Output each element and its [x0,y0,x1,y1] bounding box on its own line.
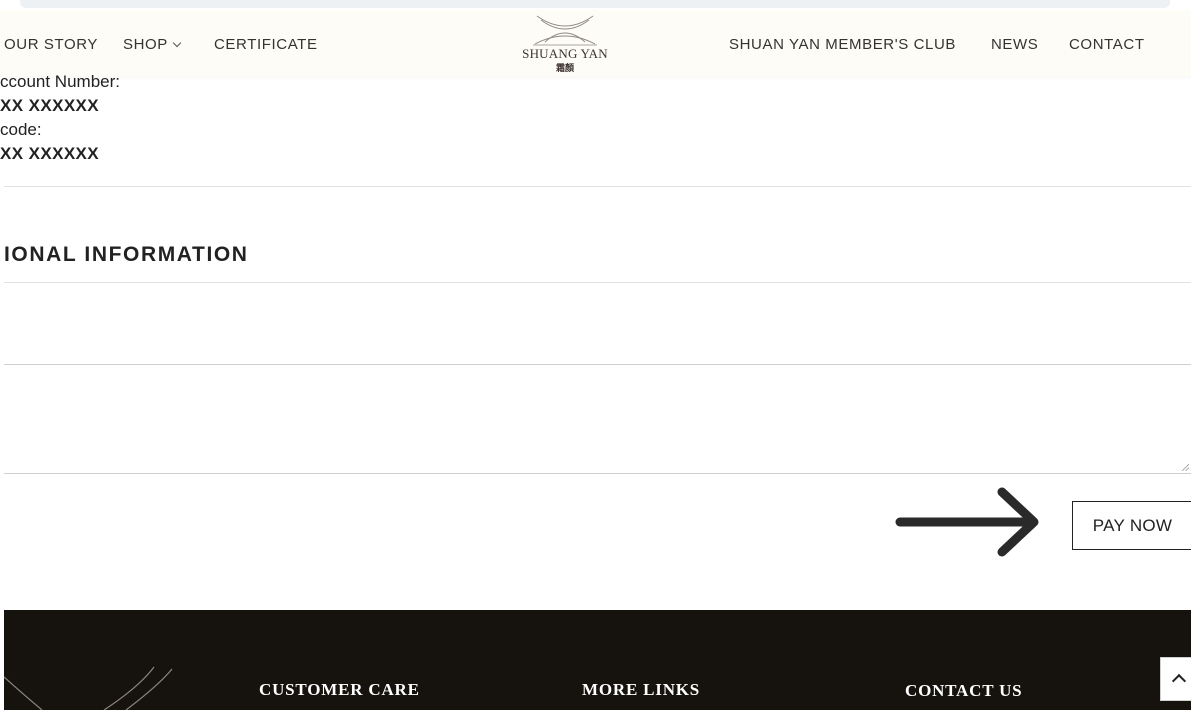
nav-shop-label: SHOP [123,36,168,53]
divider [4,186,1191,187]
resize-grip-icon[interactable] [1181,463,1189,471]
top-strip-bar [20,0,1170,8]
order-notes-textarea[interactable] [4,364,1191,474]
footer-contact-us-heading: CONTACT US [905,681,1023,700]
logo-chinese-name: 霜顏 [555,63,574,73]
chevron-down-icon [172,38,182,48]
code-value: XX XXXXXX [0,144,100,163]
divider [4,282,1191,283]
footer-logo-emblem-icon [4,666,173,710]
nav-members-club[interactable]: SHUAN YAN MEMBER'S CLUB [729,36,956,53]
arrow-right-icon [895,487,1039,557]
code-label: code: [0,120,42,139]
account-number-value: XX XXXXXX [0,96,100,115]
logo-name: SHUANG YAN [522,46,608,61]
back-to-top-button[interactable] [1160,657,1191,701]
nav-news[interactable]: NEWS [991,36,1038,53]
nav-our-story[interactable]: OUR STORY [4,36,98,53]
chevron-up-icon [1171,673,1187,689]
nav-certificate[interactable]: CERTIFICATE [214,36,318,53]
nav-shop[interactable]: SHOP [123,36,182,53]
nav-contact[interactable]: CONTACT [1069,36,1145,53]
bank-details: ccount Number: XX XXXXXX code: XX XXXXXX [0,70,300,166]
site-footer: CUSTOMER CARE MORE LINKS CONTACT US [4,610,1191,710]
site-logo[interactable]: SHUANG YAN 霜顏 [515,14,615,76]
footer-customer-care-heading: CUSTOMER CARE [259,680,420,699]
site-header: OUR STORY SHOP CERTIFICATE SHUANG YAN 霜顏… [0,10,1191,76]
additional-information-heading: IONAL INFORMATION [4,243,249,266]
footer-more-links-heading: MORE LINKS [582,680,701,699]
pay-now-button[interactable]: PAY NOW [1072,501,1191,550]
top-strip [0,0,1191,10]
logo-emblem-icon [533,15,597,46]
account-number-label: ccount Number: [0,72,120,91]
